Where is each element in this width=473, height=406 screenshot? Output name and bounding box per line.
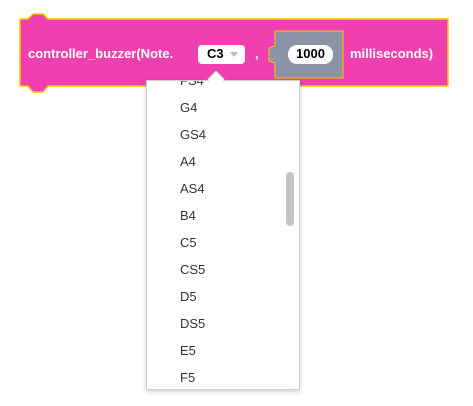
note-option-gs4[interactable]: GS4 bbox=[147, 121, 299, 148]
note-option-cs5[interactable]: CS5 bbox=[147, 256, 299, 283]
block-label-comma: , bbox=[255, 46, 259, 61]
blockly-workspace: controller_buzzer(Note. C3 , 1000 millis… bbox=[0, 0, 473, 406]
dropdown-scrollbar[interactable] bbox=[283, 82, 297, 388]
note-option-b4[interactable]: B4 bbox=[147, 202, 299, 229]
duration-value: 1000 bbox=[296, 46, 325, 61]
note-dropdown-field[interactable]: C3 bbox=[198, 45, 245, 64]
note-option-ds5[interactable]: DS5 bbox=[147, 310, 299, 337]
note-option-d5[interactable]: D5 bbox=[147, 283, 299, 310]
note-option-c5[interactable]: C5 bbox=[147, 229, 299, 256]
block-label-suffix: milliseconds) bbox=[350, 46, 434, 61]
block-label-prefix: controller_buzzer(Note. bbox=[28, 46, 174, 61]
note-option-g4[interactable]: G4 bbox=[147, 94, 299, 121]
note-option-as4[interactable]: AS4 bbox=[147, 175, 299, 202]
note-dropdown-menu[interactable]: FS4 G4 GS4 A4 AS4 B4 C5 CS5 D5 DS5 E5 F5 bbox=[146, 80, 300, 390]
note-option-fs4[interactable]: FS4 bbox=[147, 81, 299, 94]
note-option-list: FS4 G4 GS4 A4 AS4 B4 C5 CS5 D5 DS5 E5 F5 bbox=[147, 81, 299, 389]
note-option-a4[interactable]: A4 bbox=[147, 148, 299, 175]
note-value: C3 bbox=[207, 46, 224, 61]
note-option-f5[interactable]: F5 bbox=[147, 364, 299, 389]
dropdown-caret-icon bbox=[230, 52, 238, 57]
dropdown-scrollbar-thumb[interactable] bbox=[286, 172, 294, 226]
note-option-e5[interactable]: E5 bbox=[147, 337, 299, 364]
duration-number-field[interactable]: 1000 bbox=[288, 45, 333, 64]
